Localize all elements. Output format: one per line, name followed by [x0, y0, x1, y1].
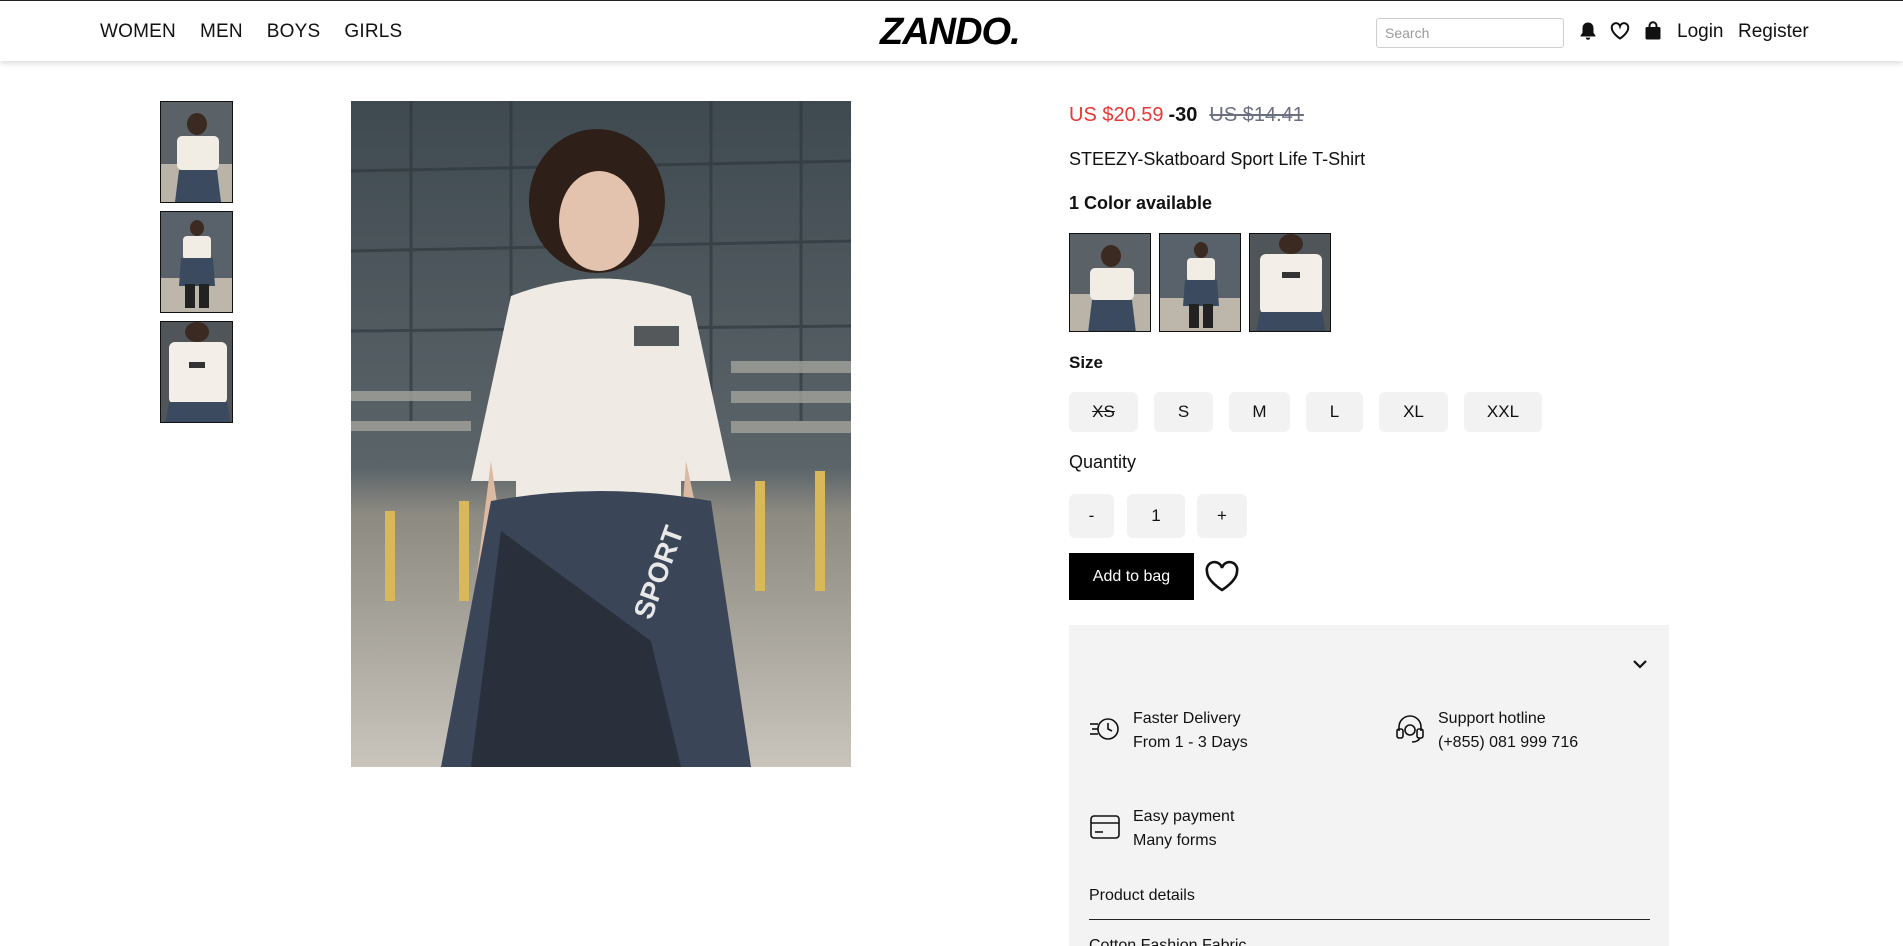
quantity-heading: Quantity	[1069, 452, 1137, 472]
size-xl-button[interactable]: XL	[1379, 392, 1448, 432]
credit-card-icon	[1089, 811, 1121, 843]
heart-icon[interactable]	[1609, 20, 1631, 42]
login-link[interactable]: Login	[1677, 21, 1724, 43]
quantity-increase-button[interactable]: +	[1197, 494, 1247, 538]
nav-women[interactable]: WOMEN	[100, 21, 176, 43]
size-xxl-button[interactable]: XXL	[1464, 392, 1542, 432]
original-price: US $14.41	[1209, 104, 1304, 126]
add-to-bag-button[interactable]: Add to bag	[1069, 553, 1194, 600]
size-m-button[interactable]: M	[1229, 392, 1290, 432]
color-availability: 1 Color available	[1069, 193, 1213, 213]
payment-subtitle: Many forms	[1133, 832, 1217, 849]
thumbnail-2[interactable]	[160, 211, 233, 313]
payment-feature: Easy payment Many forms	[1089, 805, 1234, 853]
payment-title: Easy payment	[1133, 808, 1235, 825]
search-input[interactable]	[1376, 18, 1564, 48]
register-link[interactable]: Register	[1738, 21, 1809, 43]
delivery-feature: Faster Delivery From 1 - 3 Days	[1089, 707, 1248, 755]
thumbnail-1[interactable]	[160, 101, 233, 203]
main-product-image[interactable]: SPORT	[351, 101, 851, 767]
delivery-subtitle: From 1 - 3 Days	[1133, 734, 1248, 751]
category-nav: WOMEN MEN BOYS GIRLS	[100, 21, 402, 43]
wishlist-heart-icon[interactable]	[1203, 559, 1241, 595]
headset-icon	[1394, 713, 1426, 745]
size-selector: XS S M L XL XXL	[1069, 392, 1542, 432]
color-swatch-3[interactable]	[1249, 233, 1331, 332]
size-s-button[interactable]: S	[1154, 392, 1213, 432]
nav-men[interactable]: MEN	[200, 21, 243, 43]
shipping-info-panel: Faster Delivery From 1 - 3 Days Support …	[1069, 625, 1669, 946]
support-phone[interactable]: (+855) 081 999 716	[1438, 731, 1578, 755]
product-detail-line: Cotton Fashion Fabric	[1089, 937, 1247, 946]
zando-logo[interactable]: ZANDO.	[878, 11, 1030, 51]
tab-product-details[interactable]: Product details	[1089, 887, 1650, 920]
site-header: WOMEN MEN BOYS GIRLS ZANDO. Login Regist…	[0, 0, 1903, 61]
bell-icon[interactable]	[1577, 20, 1599, 42]
product-title: STEEZY-Skatboard Sport Life T-Shirt	[1069, 149, 1366, 169]
quantity-value[interactable]: 1	[1127, 494, 1185, 538]
size-xs-button[interactable]: XS	[1069, 392, 1138, 432]
shopping-bag-icon[interactable]	[1642, 20, 1664, 42]
logo-text: ZANDO.	[879, 11, 1020, 51]
color-swatch-2[interactable]	[1159, 233, 1241, 332]
thumbnail-3[interactable]	[160, 321, 233, 423]
nav-girls[interactable]: GIRLS	[344, 21, 402, 43]
delivery-title: Faster Delivery	[1133, 710, 1241, 727]
color-swatch-1[interactable]	[1069, 233, 1151, 332]
size-l-button[interactable]: L	[1306, 392, 1363, 432]
sale-price: US $20.59	[1069, 104, 1164, 126]
support-title: Support hotline	[1438, 710, 1546, 727]
chevron-down-icon[interactable]	[1631, 657, 1649, 671]
support-feature: Support hotline (+855) 081 999 716	[1394, 707, 1578, 755]
size-heading: Size	[1069, 353, 1104, 372]
discount-badge: -30	[1168, 104, 1198, 126]
nav-boys[interactable]: BOYS	[267, 21, 321, 43]
fast-delivery-icon	[1089, 713, 1121, 745]
quantity-decrease-button[interactable]: -	[1069, 494, 1114, 538]
price-row: US $20.59 -30 US $14.41	[1069, 104, 1304, 127]
